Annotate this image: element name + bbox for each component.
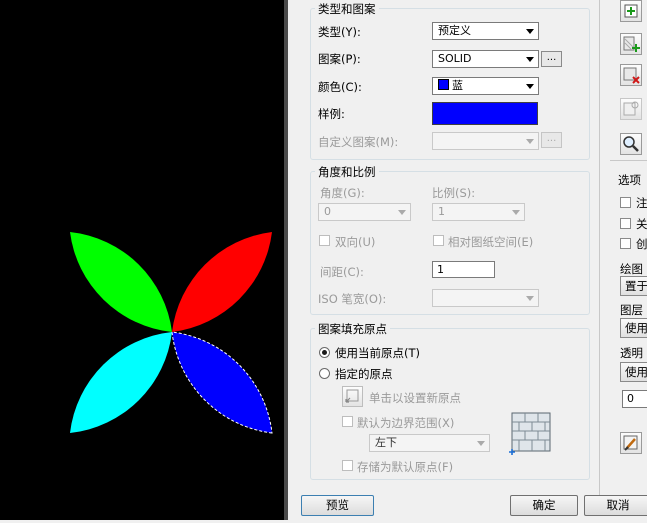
add-pick-points-button[interactable] [620, 0, 642, 22]
scale-label: 比例(S): [432, 186, 476, 200]
right-separator [610, 160, 647, 161]
recreate-boundary-icon [623, 101, 639, 116]
separate-hatches-label: 创 [636, 237, 647, 251]
color-chip [438, 79, 449, 90]
preview-button[interactable]: 预览 [301, 495, 374, 516]
angle-label: 角度(G): [320, 186, 365, 200]
custom-pattern-label: 自定义图案(M): [318, 135, 399, 149]
boundary-default-label: 默认为边界范围(X) [357, 416, 455, 430]
magnifier-icon [623, 136, 639, 152]
specified-origin-label: 指定的原点 [335, 367, 393, 381]
angle-select[interactable]: 0 [318, 203, 411, 221]
scale-value: 1 [438, 205, 445, 218]
inherit-brush-icon [623, 435, 638, 451]
type-label: 类型(Y): [318, 25, 361, 39]
store-origin-label: 存储为默认原点(F) [357, 460, 454, 474]
draw-order-select[interactable]: 置于 [620, 276, 647, 296]
layer-label: 图层 [620, 303, 643, 317]
origin-position-select[interactable]: 左下 [369, 434, 490, 452]
pick-point-icon [345, 389, 359, 403]
pattern-select[interactable]: SOLID [432, 50, 539, 68]
custom-pattern-select[interactable] [432, 132, 539, 150]
petal-bottom-right[interactable] [171, 331, 273, 434]
pattern-group-title: 类型和图案 [315, 1, 379, 17]
boundary-default-checkbox[interactable] [342, 416, 353, 427]
separate-hatches-checkbox[interactable] [620, 238, 631, 249]
origin-group-title: 图案填充原点 [315, 321, 390, 337]
petal-top-right[interactable] [172, 232, 272, 332]
origin-position-value: 左下 [375, 436, 397, 449]
chevron-down-icon [526, 139, 534, 144]
drawing-canvas[interactable] [0, 0, 284, 520]
double-checkbox[interactable] [319, 235, 330, 246]
pattern-browse-button[interactable]: ... [541, 51, 562, 67]
options-title: 选项 [618, 173, 641, 187]
iso-pen-label: ISO 笔宽(O): [318, 292, 387, 306]
angle-group-title: 角度和比例 [315, 164, 379, 180]
annotative-checkbox[interactable] [620, 197, 631, 208]
column-separator [599, 0, 600, 514]
petal-top-left[interactable] [70, 232, 172, 332]
specified-origin-radio[interactable] [319, 368, 330, 379]
chevron-down-icon [526, 296, 534, 301]
spacing-label: 间距(C): [320, 265, 364, 279]
inherit-properties-button[interactable] [620, 432, 642, 454]
brick-origin-icon [509, 412, 551, 455]
draw-order-label: 绘图 [620, 262, 643, 276]
hatch-dialog: 类型和图案 类型(Y): 预定义 图案(P): SOLID ... 颜色(C):… [288, 0, 647, 520]
current-origin-radio[interactable] [319, 347, 330, 358]
petal-bottom-left[interactable] [70, 332, 172, 433]
pattern-swatch[interactable] [432, 102, 538, 125]
relative-paper-label: 相对图纸空间(E) [448, 235, 534, 249]
remove-boundaries-button[interactable] [620, 64, 642, 86]
layer-select[interactable]: 使用 [620, 318, 647, 338]
double-label: 双向(U) [335, 235, 376, 249]
pattern-value: SOLID [438, 52, 472, 65]
four-petal-drawing [70, 232, 273, 434]
iso-pen-select[interactable] [432, 289, 539, 307]
type-select[interactable]: 预定义 [432, 22, 539, 40]
current-origin-label: 使用当前原点(T) [335, 346, 420, 360]
transparency-number: 0 [627, 392, 634, 405]
chevron-down-icon [477, 441, 485, 446]
transparency-select[interactable]: 使用 [620, 362, 647, 382]
cancel-button[interactable]: 取消 [584, 495, 647, 516]
transparency-value-input[interactable]: 0 [622, 390, 647, 408]
remove-boundary-icon [623, 67, 640, 84]
associative-label: 关 [636, 217, 647, 231]
custom-browse-button[interactable]: ... [541, 132, 562, 148]
color-select[interactable]: 蓝 [432, 77, 539, 95]
pattern-label: 图案(P): [318, 52, 361, 66]
set-origin-label: 单击以设置新原点 [369, 391, 461, 405]
add-objects-icon [623, 36, 640, 52]
relative-paper-checkbox[interactable] [433, 235, 444, 246]
scale-select[interactable]: 1 [432, 203, 525, 221]
transparency-label: 透明 [620, 346, 643, 360]
recreate-boundary-button[interactable] [620, 98, 642, 120]
chevron-down-icon [398, 210, 406, 215]
spacing-value: 1 [437, 263, 444, 276]
ok-button[interactable]: 确定 [510, 495, 578, 516]
spacing-input[interactable]: 1 [432, 261, 495, 278]
origin-preview [508, 411, 552, 457]
store-origin-checkbox[interactable] [342, 460, 353, 471]
chevron-down-icon [526, 29, 534, 34]
chevron-down-icon [526, 84, 534, 89]
add-select-objects-button[interactable] [620, 33, 642, 55]
view-selections-button[interactable] [620, 133, 642, 155]
associative-checkbox[interactable] [620, 218, 631, 229]
swatch-label: 样例: [318, 107, 345, 121]
chevron-down-icon [526, 57, 534, 62]
color-label: 颜色(C): [318, 80, 362, 94]
color-value: 蓝 [452, 79, 463, 92]
chevron-down-icon [512, 210, 520, 215]
angle-value: 0 [324, 205, 331, 218]
add-pick-icon [624, 4, 638, 18]
type-value: 预定义 [438, 24, 471, 37]
annotative-label: 注 [636, 196, 647, 210]
set-origin-button[interactable] [342, 386, 363, 407]
